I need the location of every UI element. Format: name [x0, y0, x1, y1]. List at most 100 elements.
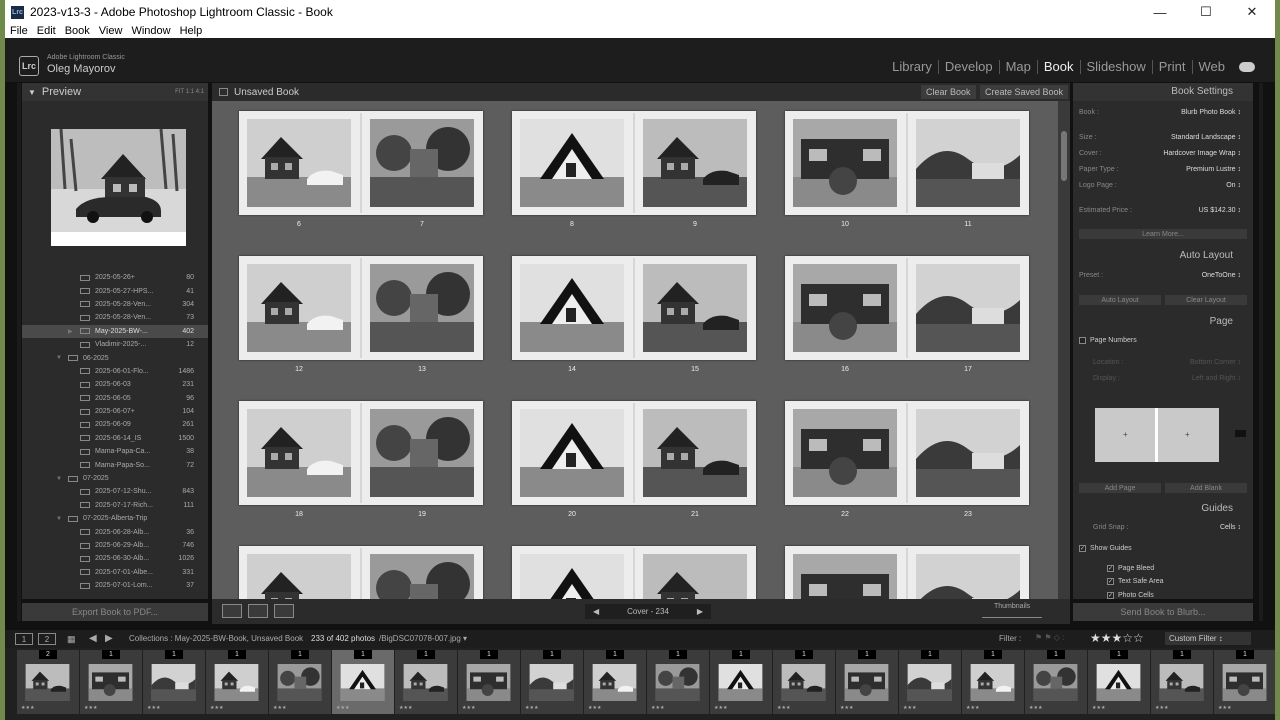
prev-page-button[interactable]: ◀ — [593, 607, 599, 616]
spread-view-button[interactable] — [248, 604, 268, 618]
single-page-view-button[interactable] — [274, 604, 294, 618]
photo-cells-checkbox[interactable]: ✓ Photo Cells — [1107, 591, 1154, 599]
page-photo[interactable] — [793, 264, 897, 352]
filmstrip-thumbnail[interactable]: 1 ★★★ — [80, 650, 142, 714]
menu-view[interactable]: View — [99, 25, 123, 37]
collection-row[interactable]: 2025-07-01-Lom... 37 — [22, 579, 208, 592]
clear-book-button[interactable]: Clear Book — [921, 85, 976, 99]
collection-row[interactable]: 2025-07-17-Rich... 111 — [22, 499, 208, 512]
filmstrip-thumbnail[interactable]: 1 ★★★ — [773, 650, 835, 714]
preview-header[interactable]: ▼ Preview FIT 1:1 4:1 — [22, 83, 208, 101]
thumbnails-slider[interactable] — [982, 617, 1042, 618]
back-arrow-icon[interactable]: ◀ — [89, 633, 97, 644]
filmstrip-thumbnail[interactable]: 1 ★★★ — [206, 650, 268, 714]
add-page-button[interactable]: Add Page — [1079, 483, 1161, 493]
clear-layout-button[interactable]: Clear Layout — [1165, 295, 1247, 305]
filmstrip-thumbnail[interactable]: 1 ★★★ — [395, 650, 457, 714]
page-photo[interactable] — [793, 119, 897, 207]
page-photo[interactable] — [916, 554, 1020, 599]
text-safe-checkbox[interactable]: ✓ Text Safe Area — [1107, 578, 1164, 585]
filmstrip-thumbnail[interactable]: 1 ★★★ — [1025, 650, 1087, 714]
module-web[interactable]: Web — [1193, 60, 1232, 74]
cloud-sync-icon[interactable] — [1239, 62, 1255, 72]
collection-row[interactable]: 2025-06-07+ 104 — [22, 405, 208, 418]
menu-file[interactable]: File — [10, 25, 28, 37]
collection-row[interactable]: 2025-06-28-Alb... 36 — [22, 525, 208, 538]
collection-row[interactable]: 2025-05-28-Ven... 304 — [22, 298, 208, 311]
filmstrip-thumbnail[interactable]: 1 ★★★ — [1151, 650, 1213, 714]
book-spread[interactable] — [512, 401, 756, 505]
menu-book[interactable]: Book — [65, 25, 90, 37]
book-spread[interactable] — [512, 546, 756, 599]
book-spread[interactable] — [785, 546, 1029, 599]
collection-row[interactable]: 2025-05-28-Ven... 73 — [22, 311, 208, 324]
export-pdf-button[interactable]: Export Book to PDF... — [22, 603, 208, 621]
book-spread[interactable] — [785, 256, 1029, 360]
create-saved-book-button[interactable]: Create Saved Book — [980, 85, 1069, 99]
expand-arrow-icon[interactable]: ▶ — [68, 328, 73, 335]
page-layout-preview[interactable]: + + — [1095, 408, 1219, 462]
learn-more-button[interactable]: Learn More... — [1079, 229, 1247, 239]
page-photo[interactable] — [520, 264, 624, 352]
filmstrip-thumbnail[interactable]: 1 ★★★ — [458, 650, 520, 714]
menu-help[interactable]: Help — [180, 25, 203, 37]
collection-row[interactable]: Mama-Papa-Ca... 38 — [22, 445, 208, 458]
next-page-button[interactable]: ▶ — [697, 607, 703, 616]
collection-row[interactable]: 2025-06-05 96 — [22, 392, 208, 405]
collection-row[interactable]: 2025-06-09 261 — [22, 418, 208, 431]
page-photo[interactable] — [247, 554, 351, 599]
book-spread[interactable] — [239, 111, 483, 215]
page-photo[interactable] — [520, 554, 624, 599]
page-photo[interactable] — [370, 409, 474, 497]
filmstrip-thumbnail[interactable]: 1 ★★★ — [143, 650, 205, 714]
grid-icon[interactable]: ▦ — [67, 634, 76, 645]
show-guides-checkbox[interactable]: ✓ Show Guides — [1079, 545, 1132, 552]
page-photo[interactable] — [643, 119, 747, 207]
page-photo[interactable] — [643, 409, 747, 497]
page-photo[interactable] — [643, 264, 747, 352]
grid-view-icon[interactable] — [219, 88, 228, 96]
book-spread[interactable] — [785, 111, 1029, 215]
page-header[interactable]: Page — [1073, 313, 1253, 331]
collection-row[interactable]: 2025-06-29-Alb... 746 — [22, 539, 208, 552]
auto-layout-button[interactable]: Auto Layout — [1079, 295, 1161, 305]
multi-page-view-button[interactable] — [222, 604, 242, 618]
collection-row[interactable]: 2025-05-26+ 80 — [22, 271, 208, 284]
collection-row[interactable]: 2025-05-27-HPS... 41 — [22, 284, 208, 297]
book-spread[interactable] — [512, 111, 756, 215]
filmstrip-thumbnail[interactable]: 1 ★★★ — [836, 650, 898, 714]
right-panel-edge[interactable] — [1259, 83, 1263, 621]
page-photo[interactable] — [643, 554, 747, 599]
collection-row[interactable]: ▼ 06-2025 — [22, 351, 208, 364]
module-map[interactable]: Map — [1000, 60, 1038, 74]
filmstrip-thumbnail[interactable]: 1 ★★★ — [584, 650, 646, 714]
flag-filter-icons[interactable]: ⚑ ⚑ ◇ : — [1035, 633, 1064, 642]
page-photo[interactable] — [916, 409, 1020, 497]
add-blank-button[interactable]: Add Blank — [1165, 483, 1247, 493]
module-book[interactable]: Book — [1038, 60, 1081, 74]
collection-row[interactable]: 2025-07-12-Shu... 843 — [22, 485, 208, 498]
cover-row[interactable]: Cover : Hardcover Image Wrap ↕ — [1079, 150, 1247, 162]
page-bleed-checkbox[interactable]: ✓ Page Bleed — [1107, 565, 1154, 572]
book-spread[interactable] — [512, 256, 756, 360]
page-photo[interactable] — [520, 119, 624, 207]
collection-row[interactable]: ▼ 07-2025-Alberta-Trip — [22, 512, 208, 525]
book-settings-header[interactable]: Book Settings — [1073, 83, 1253, 101]
filmstrip-thumbnail[interactable]: 1 ★★★ — [647, 650, 709, 714]
filmstrip-thumbnail[interactable]: 1 ★★★ — [521, 650, 583, 714]
collapse-arrow-icon[interactable]: ▼ — [56, 516, 62, 522]
filmstrip-thumbnail[interactable]: 2 ★★★ — [17, 650, 79, 714]
book-spread[interactable] — [239, 546, 483, 599]
page-photo[interactable] — [916, 264, 1020, 352]
module-slideshow[interactable]: Slideshow — [1081, 60, 1153, 74]
zoom-controls[interactable]: FIT 1:1 4:1 — [175, 89, 204, 95]
page-numbers-checkbox[interactable]: Page Numbers — [1079, 337, 1137, 344]
page-photo[interactable] — [247, 409, 351, 497]
filmstrip-thumbnail[interactable]: 1 ★★★ — [1088, 650, 1150, 714]
paper-type-row[interactable]: Paper Type : Premium Lustre ↕ — [1079, 166, 1247, 178]
filmstrip-source[interactable]: Collections : May-2025-BW-Book, Unsaved … — [129, 634, 303, 643]
send-to-blurb-button[interactable]: Send Book to Blurb... — [1073, 603, 1253, 621]
collection-row[interactable]: 2025-06-01-Flo... 1486 — [22, 365, 208, 378]
collection-row[interactable]: Vladimir-2025-... 12 — [22, 338, 208, 351]
page-photo[interactable] — [370, 554, 474, 599]
